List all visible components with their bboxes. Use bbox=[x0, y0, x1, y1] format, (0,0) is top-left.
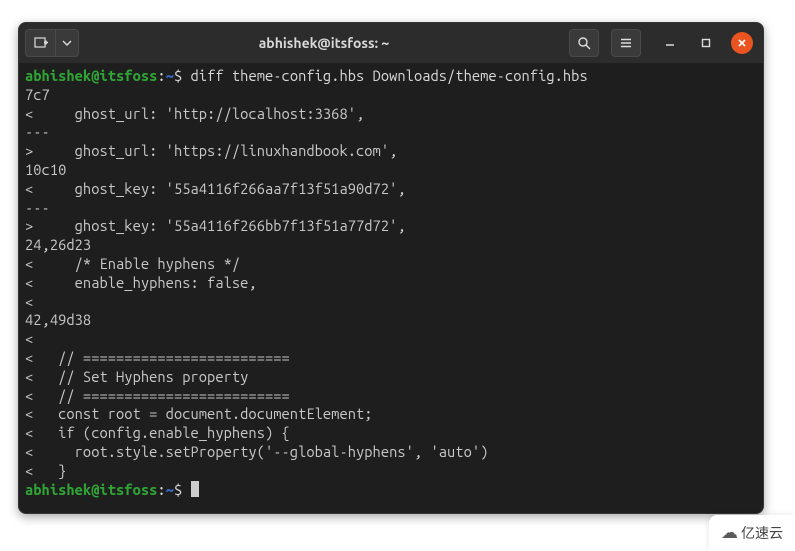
output-line: < if (config.enable_hyphens) { bbox=[25, 424, 290, 441]
window-controls bbox=[659, 32, 753, 54]
hamburger-icon bbox=[619, 36, 633, 50]
output-line: < ghost_key: '55a4116f266aa7f13f51a90d72… bbox=[25, 180, 406, 197]
output-line: < // ========================= bbox=[25, 387, 290, 404]
output-line: < ghost_url: 'http://localhost:3368', bbox=[25, 105, 364, 122]
prompt-sep1: : bbox=[157, 67, 165, 84]
output-line: > ghost_url: 'https://linuxhandbook.com'… bbox=[25, 142, 397, 159]
close-button[interactable] bbox=[731, 32, 753, 54]
output-line: 24,26d23 bbox=[25, 236, 91, 253]
prompt-sep2: $ bbox=[174, 67, 191, 84]
output-line: 42,49d38 bbox=[25, 311, 91, 328]
output-line: --- bbox=[25, 123, 50, 140]
output-line: < root.style.setProperty('--global-hyphe… bbox=[25, 443, 488, 460]
search-icon bbox=[577, 36, 591, 50]
new-tab-button[interactable] bbox=[25, 29, 55, 57]
output-line: < } bbox=[25, 462, 66, 479]
menu-button[interactable] bbox=[611, 29, 641, 57]
titlebar-right-group bbox=[569, 29, 757, 57]
prompt-user-host: abhishek@itsfoss bbox=[25, 67, 157, 84]
chevron-down-icon bbox=[62, 38, 72, 48]
window-title: abhishek@itsfoss: ~ bbox=[83, 35, 565, 51]
cloud-icon: ☁ bbox=[721, 523, 738, 543]
watermark: ☁ 亿速云 bbox=[709, 515, 795, 551]
minimize-icon bbox=[664, 37, 676, 49]
new-tab-icon bbox=[34, 36, 48, 50]
maximize-button[interactable] bbox=[695, 32, 717, 54]
minimize-button[interactable] bbox=[659, 32, 681, 54]
close-icon bbox=[736, 37, 748, 49]
output-line: --- bbox=[25, 199, 50, 216]
output-line: < // Set Hyphens property bbox=[25, 368, 248, 385]
prompt-sep2: $ bbox=[174, 481, 191, 498]
prompt-path: ~ bbox=[166, 481, 174, 498]
terminal-body[interactable]: abhishek@itsfoss:~$ diff theme-config.hb… bbox=[19, 63, 763, 503]
terminal-window: abhishek@itsfoss: ~ abhishek@itsfos bbox=[18, 22, 764, 514]
output-line: < const root = document.documentElement; bbox=[25, 405, 373, 422]
watermark-text: 亿速云 bbox=[741, 523, 783, 543]
output-line: < bbox=[25, 330, 33, 347]
new-tab-dropdown-button[interactable] bbox=[55, 29, 79, 57]
output-line: < /* Enable hyphens */ bbox=[25, 255, 240, 272]
output-line: < bbox=[25, 293, 33, 310]
output-line: > ghost_key: '55a4116f266bb7f13f51a77d72… bbox=[25, 217, 406, 234]
cursor bbox=[191, 481, 199, 497]
output-line: 7c7 bbox=[25, 86, 50, 103]
titlebar: abhishek@itsfoss: ~ bbox=[19, 23, 763, 63]
search-button[interactable] bbox=[569, 29, 599, 57]
titlebar-left-group bbox=[25, 29, 79, 57]
command-text: diff theme-config.hbs Downloads/theme-co… bbox=[191, 67, 588, 84]
prompt-path: ~ bbox=[166, 67, 174, 84]
output-line: < enable_hyphens: false, bbox=[25, 274, 257, 291]
prompt-sep1: : bbox=[157, 481, 165, 498]
maximize-icon bbox=[700, 37, 712, 49]
output-line: < // ========================= bbox=[25, 349, 290, 366]
output-line: 10c10 bbox=[25, 161, 66, 178]
prompt-user-host: abhishek@itsfoss bbox=[25, 481, 157, 498]
